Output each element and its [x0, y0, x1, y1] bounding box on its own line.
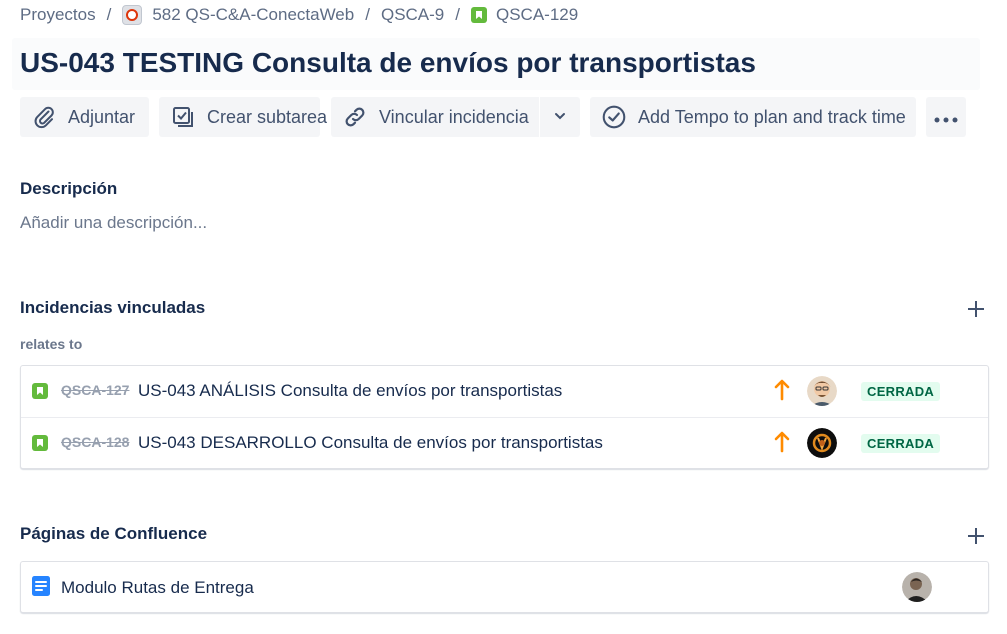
confluence-heading: Páginas de Confluence — [20, 524, 208, 543]
linked-issue-key[interactable]: QSCA-128 — [61, 434, 129, 450]
chevron-down-icon — [553, 107, 567, 128]
linked-issue-row[interactable]: QSCA-128 US-043 DESARROLLO Consulta de e… — [21, 417, 988, 468]
breadcrumb-separator: / — [106, 5, 112, 24]
linked-issue-row[interactable]: QSCA-127 US-043 ANÁLISIS Consulta de env… — [21, 366, 988, 417]
link-issue-label: Vincular incidencia — [379, 106, 529, 127]
document-icon — [32, 576, 50, 596]
add-linked-issue-icon[interactable] — [966, 299, 986, 319]
paperclip-icon — [32, 105, 56, 129]
confluence-page-row[interactable]: Modulo Rutas de Entrega — [21, 562, 988, 612]
subtask-icon — [171, 105, 195, 129]
story-icon — [32, 435, 48, 451]
author-avatar[interactable] — [902, 572, 932, 602]
add-tempo-label: Add Tempo to plan and track time — [638, 106, 906, 127]
linked-issues-heading: Incidencias vinculadas — [20, 298, 206, 317]
linked-issues-list: QSCA-127 US-043 ANÁLISIS Consulta de env… — [20, 365, 989, 469]
project-avatar-icon — [122, 5, 143, 25]
attach-label: Adjuntar — [68, 106, 136, 127]
attach-button[interactable]: Adjuntar — [20, 97, 149, 137]
linked-issue-key[interactable]: QSCA-127 — [61, 382, 129, 398]
breadcrumb-parent-issue[interactable]: QSCA-9 — [381, 5, 444, 25]
add-confluence-page-icon[interactable] — [966, 526, 986, 546]
breadcrumb-current-issue[interactable]: QSCA-129 — [471, 5, 578, 25]
linked-issue-summary[interactable]: US-043 DESARROLLO Consulta de envíos por… — [138, 433, 603, 453]
create-subtask-label: Crear subtarea — [207, 106, 328, 127]
more-icon — [934, 107, 958, 128]
breadcrumb-projects[interactable]: Proyectos — [20, 5, 96, 25]
breadcrumb-separator: / — [455, 5, 460, 24]
check-circle-icon — [602, 105, 626, 129]
issue-toolbar: Adjuntar Crear subtarea Vincular inciden… — [20, 97, 966, 137]
priority-high-icon — [774, 431, 790, 453]
breadcrumb-project-label: 582 QS-C&A-ConectaWeb — [152, 5, 355, 24]
description-placeholder[interactable]: Añadir una descripción... — [20, 213, 207, 233]
add-tempo-button[interactable]: Add Tempo to plan and track time — [590, 97, 916, 137]
breadcrumb-project[interactable]: 582 QS-C&A-ConectaWeb — [122, 5, 354, 25]
description-heading: Descripción — [20, 179, 118, 198]
breadcrumb: Proyectos / 582 QS-C&A-ConectaWeb / QSCA… — [20, 4, 578, 26]
link-relation-label: relates to — [20, 336, 83, 352]
assignee-avatar[interactable] — [807, 376, 837, 406]
confluence-pages-list: Modulo Rutas de Entrega — [20, 561, 989, 613]
status-badge: CERRADA — [861, 434, 941, 453]
more-actions-button[interactable] — [926, 97, 966, 137]
link-icon — [343, 105, 367, 129]
breadcrumb-current-issue-label: QSCA-129 — [496, 5, 579, 24]
link-issue-button[interactable]: Vincular incidencia — [331, 97, 539, 137]
story-icon — [471, 7, 487, 23]
link-issue-dropdown-button[interactable] — [540, 97, 580, 137]
linked-issue-summary[interactable]: US-043 ANÁLISIS Consulta de envíos por t… — [138, 381, 562, 401]
breadcrumb-separator: / — [365, 5, 370, 24]
priority-high-icon — [774, 379, 790, 401]
create-subtask-button[interactable]: Crear subtarea — [159, 97, 327, 137]
assignee-avatar[interactable] — [807, 428, 837, 458]
confluence-page-title[interactable]: Modulo Rutas de Entrega — [61, 578, 254, 598]
story-icon — [32, 383, 48, 399]
page-title[interactable]: US-043 TESTING Consulta de envíos por tr… — [20, 47, 756, 79]
status-badge: CERRADA — [861, 382, 941, 401]
